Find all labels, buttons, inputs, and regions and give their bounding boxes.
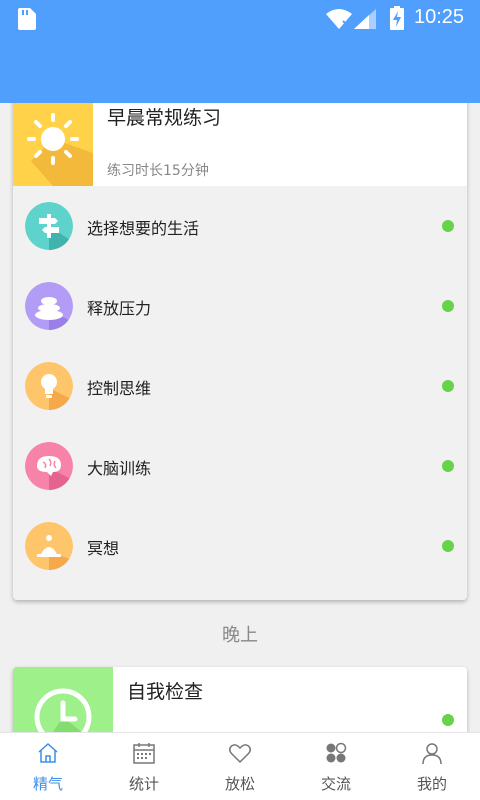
nav-label: 我的 (416, 775, 447, 793)
signpost-icon (25, 202, 73, 250)
status-dot (442, 220, 454, 232)
exercise-item-meditation[interactable]: 冥想 (13, 506, 467, 586)
status-dot (442, 714, 454, 726)
nav-tab-stats[interactable]: 统计 (96, 733, 192, 800)
brain-icon (25, 442, 73, 490)
status-dot (442, 380, 454, 392)
nav-label: 交流 (320, 775, 351, 793)
evening-section-title: 晚上 (222, 625, 258, 646)
morning-routine-card: 早晨常规练习 练习时长15分钟 选择想要的生活 释放压力 控制思维 大脑训练 冥… (13, 103, 467, 600)
app-bar (0, 36, 480, 103)
bottom-navigation: 精气 统计 放松 交流 我的 (0, 732, 480, 800)
meditation-icon (25, 522, 73, 570)
battery-charging-icon (390, 6, 404, 30)
morning-card-header[interactable]: 早晨常规练习 练习时长15分钟 (13, 103, 467, 186)
status-time: 10:25 (414, 6, 465, 28)
morning-card-duration: 练习时长15分钟 (107, 163, 209, 179)
clock-icon (13, 667, 113, 732)
community-icon (326, 742, 347, 763)
signal-icon (354, 9, 376, 29)
calendar-icon (133, 743, 155, 764)
exercise-label: 控制思维 (87, 379, 152, 398)
exercise-label: 大脑训练 (87, 459, 152, 478)
morning-card-title: 早晨常规练习 (107, 107, 222, 129)
nav-tab-profile[interactable]: 我的 (384, 733, 480, 800)
sun-icon (13, 103, 93, 186)
status-bar: 10:25 (0, 0, 480, 36)
status-dot (442, 460, 454, 472)
exercise-item-brain-training[interactable]: 大脑训练 (13, 426, 467, 506)
exercise-label: 释放压力 (87, 299, 152, 318)
self-check-title: 自我检查 (127, 681, 204, 703)
nav-label: 统计 (128, 775, 159, 793)
exercise-item-control-thinking[interactable]: 控制思维 (13, 346, 467, 426)
wifi-icon (326, 9, 352, 29)
exercise-item-release-stress[interactable]: 释放压力 (13, 266, 467, 346)
exercise-label: 选择想要的生活 (87, 219, 200, 238)
exercise-label: 冥想 (87, 539, 120, 558)
heart-icon (229, 744, 251, 764)
profile-icon (422, 743, 442, 765)
self-check-card[interactable]: 自我检查 (13, 667, 467, 732)
sd-card-icon (18, 8, 36, 30)
nav-tab-home[interactable]: 精气 (0, 733, 96, 800)
lightbulb-icon (25, 362, 73, 410)
nav-label: 精气 (32, 775, 63, 793)
nav-tab-community[interactable]: 交流 (288, 733, 384, 800)
home-icon (38, 742, 58, 763)
status-dot (442, 300, 454, 312)
nav-label: 放松 (224, 775, 255, 793)
main-content[interactable]: 早晨常规练习 练习时长15分钟 选择想要的生活 释放压力 控制思维 大脑训练 冥… (0, 103, 480, 732)
nav-tab-relax[interactable]: 放松 (192, 733, 288, 800)
exercise-item-choose-life[interactable]: 选择想要的生活 (13, 186, 467, 266)
status-dot (442, 540, 454, 552)
stones-icon (25, 282, 73, 330)
